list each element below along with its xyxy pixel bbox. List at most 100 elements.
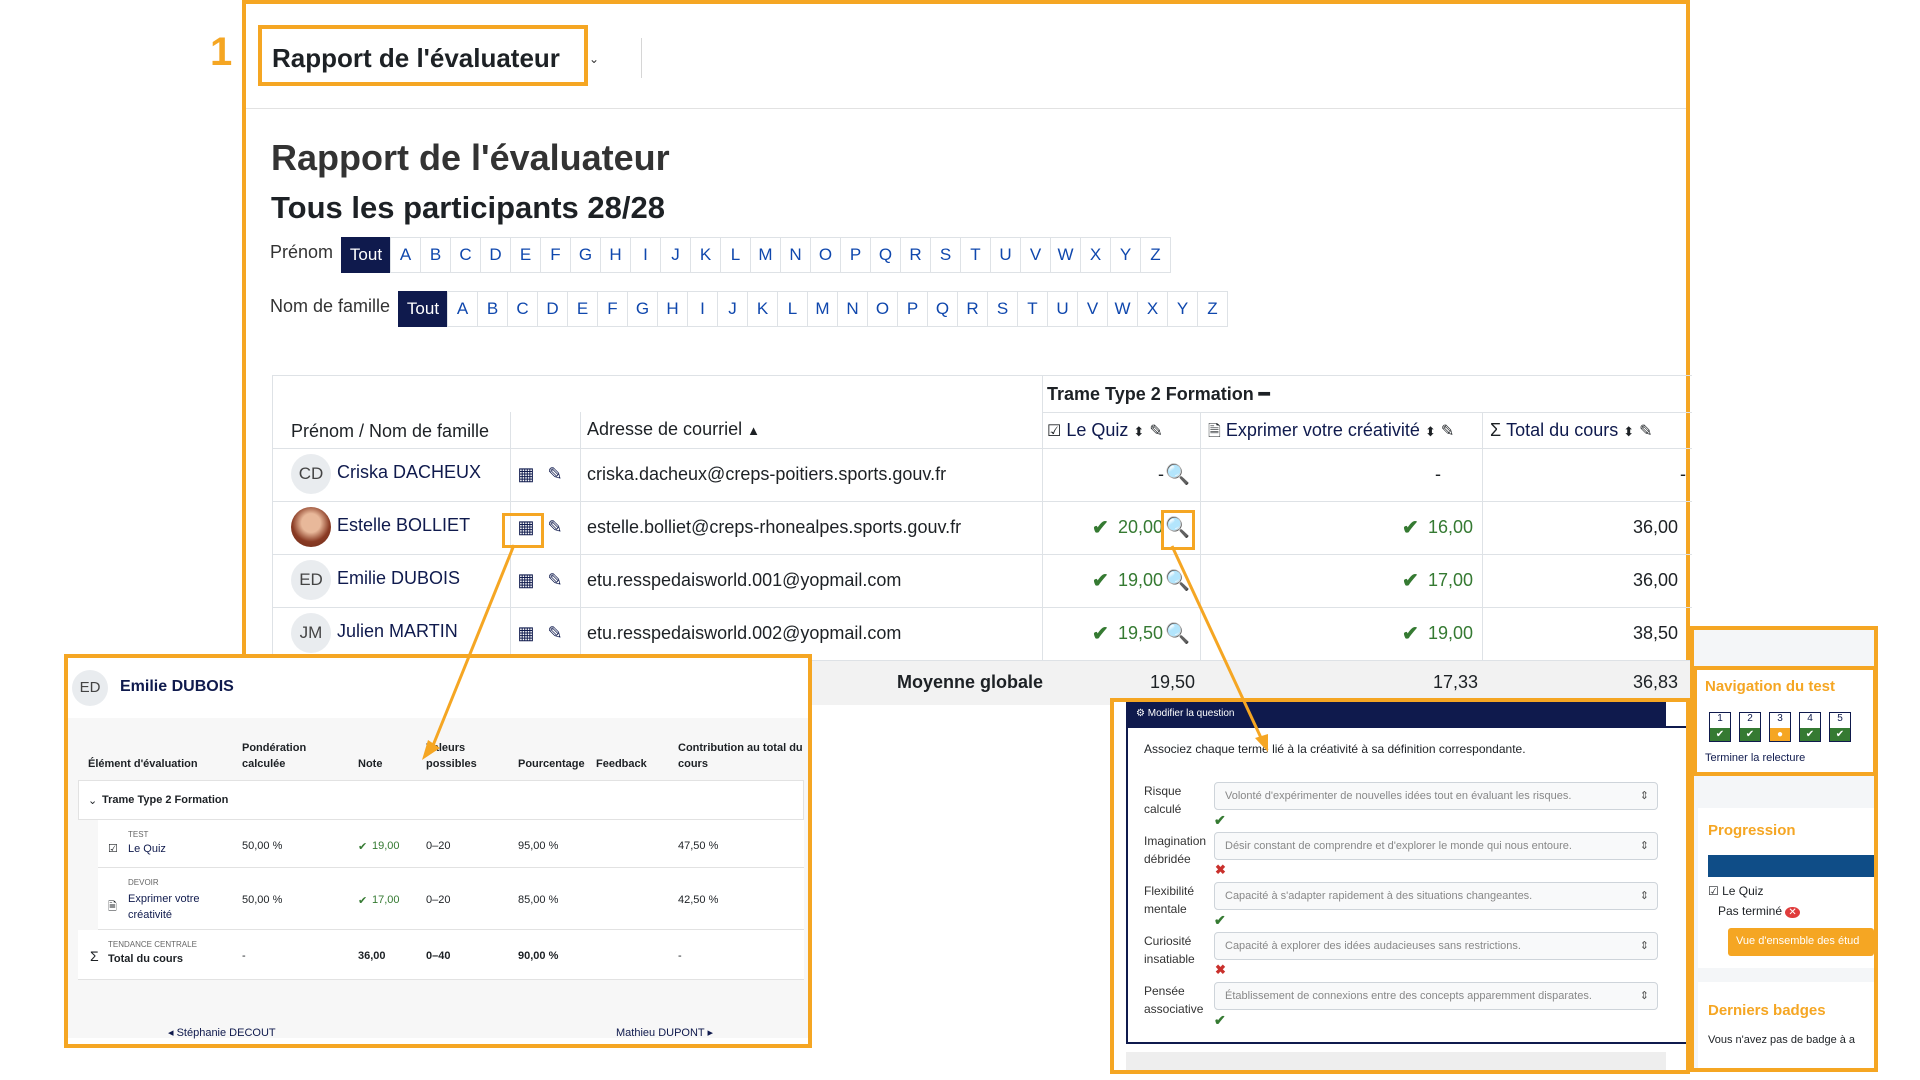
filter-letter-l[interactable]: L [777,291,808,327]
filter-letter-l[interactable]: L [720,237,751,273]
filter-letter-u[interactable]: U [1047,291,1078,327]
participant-name[interactable]: Criska DACHEUX [337,462,481,483]
avatar[interactable]: JM [291,613,331,653]
filter-letter-z[interactable]: Z [1197,291,1228,327]
column-header-course-total[interactable]: Σ Total du cours ⬍ ✎ [1490,420,1653,441]
match-select[interactable]: Capacité à explorer des idées audacieuse… [1214,932,1658,960]
filter-letter-y[interactable]: Y [1110,237,1141,273]
filter-letter-e[interactable]: E [567,291,598,327]
filter-letter-t[interactable]: T [960,237,991,273]
edit-icon[interactable]: ✎ [1441,423,1454,440]
filter-letter-u[interactable]: U [990,237,1021,273]
question-3-button[interactable]: 3 ● [1769,712,1791,742]
grade-value[interactable]: 19,00 [1428,623,1473,644]
filter-letter-d[interactable]: D [480,237,511,273]
filter-letter-a[interactable]: A [390,237,421,273]
filter-letter-o[interactable]: O [867,291,898,327]
zoom-in-icon[interactable]: 🔍 [1165,621,1190,646]
filter-letter-i[interactable]: I [687,291,718,327]
grade-value[interactable]: 19,50 [1118,623,1163,644]
filter-letter-p[interactable]: P [840,237,871,273]
filter-letter-x[interactable]: X [1080,237,1111,273]
filter-letter-f[interactable]: F [540,237,571,273]
filter-letter-v[interactable]: V [1020,237,1051,273]
collapse-icon[interactable]: ━ [1259,384,1270,404]
grade-value[interactable]: 19,00 [1118,570,1163,591]
match-select[interactable]: Capacité à s'adapter rapidement à des si… [1214,882,1658,910]
progress-item[interactable]: ☑ Le Quiz [1708,884,1763,898]
filter-letter-k[interactable]: K [690,237,721,273]
filter-letter-t[interactable]: T [1017,291,1048,327]
item-name[interactable]: Le Quiz [128,843,166,855]
filter-letter-o[interactable]: O [810,237,841,273]
edit-icon[interactable]: ✎ [545,623,565,643]
question-1-button[interactable]: 1 ✔ [1709,712,1731,742]
user-report-icon[interactable]: ▦ [516,517,536,537]
finish-review-link[interactable]: Terminer la relecture [1705,752,1805,764]
filter-letter-q[interactable]: Q [870,237,901,273]
edit-icon[interactable]: ✎ [1149,423,1162,440]
participant-name[interactable]: Estelle BOLLIET [337,515,470,536]
filter-letter-f[interactable]: F [597,291,628,327]
next-user-link[interactable]: Mathieu DUPONT ▸ [616,1026,713,1039]
question-2-button[interactable]: 2 ✔ [1739,712,1761,742]
filter-letter-k[interactable]: K [747,291,778,327]
filter-letter-s[interactable]: S [930,237,961,273]
avatar[interactable]: ED [291,560,331,600]
participant-name[interactable]: Julien MARTIN [337,621,458,642]
filter-letter-i[interactable]: I [630,237,661,273]
filter-letter-w[interactable]: W [1050,237,1081,273]
question-5-button[interactable]: 5 ✔ [1829,712,1851,742]
user-report-icon[interactable]: ▦ [516,623,536,643]
sort-icon[interactable]: ⬍ [1133,424,1144,439]
filter-letter-r[interactable]: R [900,237,931,273]
zoom-in-icon[interactable]: 🔍 [1165,515,1190,540]
zoom-in-icon[interactable]: 🔍 [1165,462,1190,487]
match-select[interactable]: Volonté d'expérimenter de nouvelles idée… [1214,782,1658,810]
avatar[interactable]: CD [291,454,331,494]
filter-letter-p[interactable]: P [897,291,928,327]
filter-letter-y[interactable]: Y [1167,291,1198,327]
sort-icon[interactable]: ⬍ [1425,424,1436,439]
column-header-assignment[interactable]: 🗎 Exprimer votre créativité ⬍ ✎ [1208,420,1454,447]
filter-letter-b[interactable]: B [477,291,508,327]
edit-icon[interactable]: ✎ [545,464,565,484]
filter-letter-e[interactable]: E [510,237,541,273]
report-selector-dropdown[interactable]: Rapport de l'évaluateur [258,25,588,86]
sort-ascending-icon[interactable]: ▲ [747,423,760,438]
filter-letter-v[interactable]: V [1077,291,1108,327]
grade-value[interactable]: 20,00 [1118,517,1163,538]
filter-letter-h[interactable]: H [600,237,631,273]
filter-letter-n[interactable]: N [837,291,868,327]
column-header-email[interactable]: Adresse de courriel ▲ [587,419,760,440]
user-name[interactable]: Emilie DUBOIS [120,678,234,696]
match-select[interactable]: Établissement de connexions entre des co… [1214,982,1658,1010]
chevron-down-icon[interactable]: ⌄ [589,52,599,66]
filter-letter-z[interactable]: Z [1140,237,1171,273]
filter-letter-g[interactable]: G [627,291,658,327]
gear-icon[interactable]: ⚙ [1136,708,1145,719]
grade-value[interactable]: 16,00 [1428,517,1473,538]
grade-value[interactable]: - [1158,464,1164,485]
chevron-down-icon[interactable]: ⌄ [88,794,97,807]
filter-letter-x[interactable]: X [1137,291,1168,327]
zoom-in-icon[interactable]: 🔍 [1165,568,1190,593]
sort-icon[interactable]: ⬍ [1623,424,1634,439]
participant-name[interactable]: Emilie DUBOIS [337,568,460,589]
filter-letter-c[interactable]: C [507,291,538,327]
filter-letter-j[interactable]: J [717,291,748,327]
filter-letter-g[interactable]: G [570,237,601,273]
filter-letter-q[interactable]: Q [927,291,958,327]
grade-value[interactable]: - [1435,464,1441,485]
avatar[interactable] [291,507,331,547]
filter-letter-m[interactable]: M [750,237,781,273]
item-name[interactable]: Exprimer votre créativité [128,891,228,923]
filter-letter-j[interactable]: J [660,237,691,273]
previous-user-link[interactable]: ◂ Stéphanie DECOUT [168,1026,276,1039]
question-header[interactable]: ⚙ Modifier la question [1126,702,1666,726]
filter-all-button[interactable]: Tout [341,237,391,273]
edit-icon[interactable]: ✎ [1639,423,1652,440]
filter-letter-m[interactable]: M [807,291,838,327]
user-report-icon[interactable]: ▦ [516,464,536,484]
question-4-button[interactable]: 4 ✔ [1799,712,1821,742]
